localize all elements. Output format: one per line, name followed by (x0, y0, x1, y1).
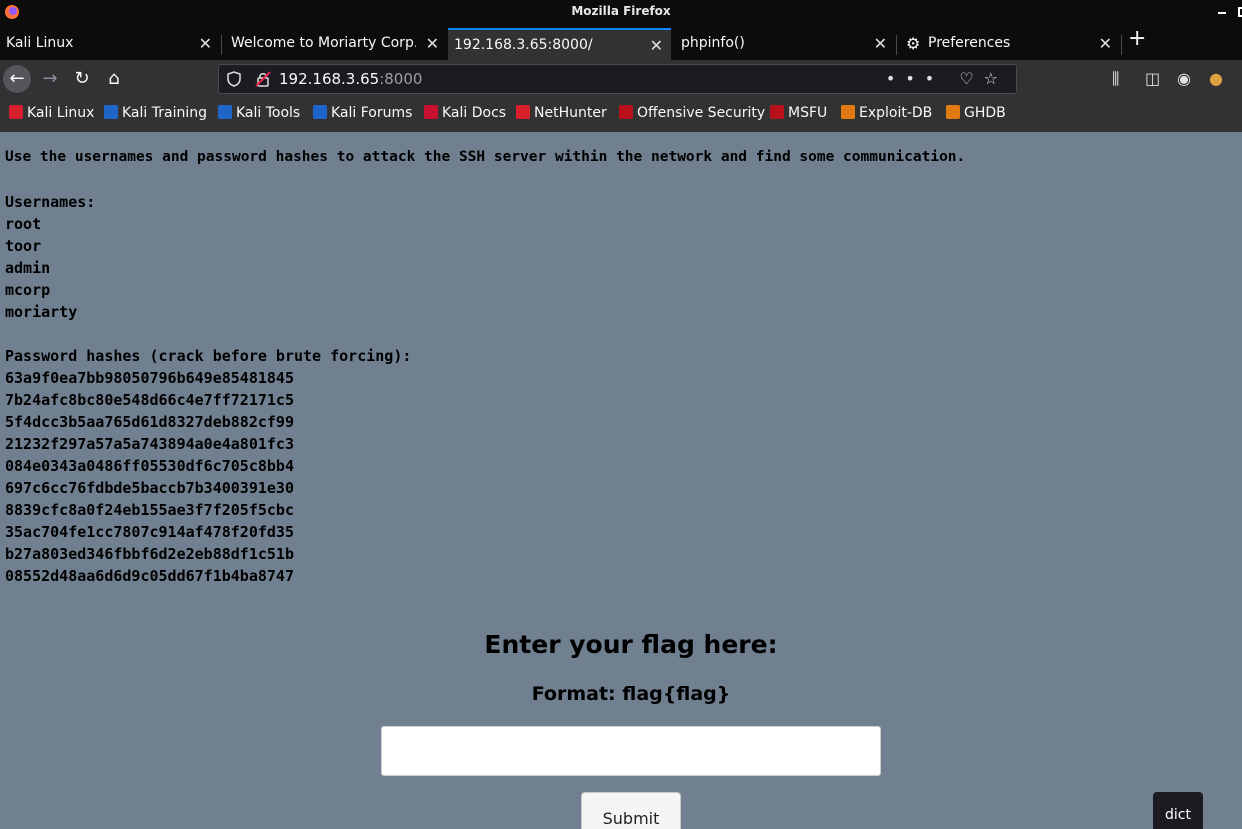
hash-item: 5f4dcc3b5aa765d61d8327deb882cf99 (5, 413, 294, 431)
kali-forums-icon (313, 105, 327, 119)
flag-format-hint: Format: flag{flag} (531, 683, 731, 705)
hash-item: 8839cfc8a0f24eb155ae3f7f205f5cbc (5, 501, 294, 519)
nethunter-icon (516, 105, 530, 119)
kali-docs-icon (424, 105, 438, 119)
bookmark-nethunter[interactable]: NetHunter (516, 105, 607, 121)
bookmark-kali-linux[interactable]: Kali Linux (9, 105, 94, 121)
bookmark-msfu[interactable]: MSFU (770, 105, 827, 121)
tab-kali-linux[interactable]: Kali Linux ✕ (0, 28, 220, 60)
tab-moriarty-welcome[interactable]: Welcome to Moriarty Corp. E ✕ (225, 28, 447, 60)
bookmark-star-icon[interactable]: ☆ (984, 69, 1008, 88)
tab-separator (221, 35, 222, 55)
bookmark-kali-tools[interactable]: Kali Tools (218, 105, 300, 121)
page-content: Use the usernames and password hashes to… (0, 132, 1242, 829)
url-host: 192.168.3.65 (279, 70, 380, 88)
forward-arrow-icon[interactable]: → (36, 65, 64, 93)
new-tab-plus-icon[interactable]: + (1128, 26, 1146, 51)
bookmark-label: Kali Forums (331, 105, 413, 121)
hashes-heading: Password hashes (crack before brute forc… (5, 347, 412, 365)
bookmark-label: Kali Linux (27, 105, 95, 121)
submit-button[interactable]: Submit (581, 792, 681, 829)
bookmark-kali-training[interactable]: Kali Training (104, 105, 207, 121)
username-item: moriarty (5, 303, 78, 321)
bookmark-kali-forums[interactable]: Kali Forums (313, 105, 412, 121)
url-text[interactable]: 192.168.3.65:8000 (279, 70, 422, 88)
username-item: root (5, 215, 42, 233)
msfu-icon (770, 105, 784, 119)
tab-label: Preferences (928, 35, 1011, 51)
tab-label: 192.168.3.65:8000/ (454, 37, 593, 53)
hash-item: 63a9f0ea7bb98050796b649e85481845 (5, 369, 294, 387)
bookmark-kali-docs[interactable]: Kali Docs (424, 105, 506, 121)
kali-dragon-icon (9, 105, 23, 119)
back-arrow-icon[interactable]: ← (3, 65, 31, 93)
bookmark-label: MSFU (788, 105, 828, 121)
tab-strip: Kali Linux ✕ Welcome to Moriarty Corp. E… (0, 24, 1242, 60)
username-item: toor (5, 237, 42, 255)
tab-separator (1121, 35, 1122, 55)
library-icon[interactable]: ⫼ (1112, 69, 1119, 89)
close-icon[interactable]: ✕ (1099, 34, 1112, 53)
offensive-security-icon (619, 105, 633, 119)
tab-label: phpinfo() (681, 35, 745, 51)
sidebar-icon[interactable]: ◫ (1145, 69, 1160, 88)
window-title: Mozilla Firefox (571, 4, 671, 18)
instructions-text: Use the usernames and password hashes to… (5, 149, 966, 165)
bookmarks-toolbar: Kali Linux Kali Training Kali Tools Kali… (0, 98, 1242, 132)
page-actions-menu-icon[interactable]: ••• (886, 69, 944, 88)
tab-label: Welcome to Moriarty Corp. E (231, 35, 416, 51)
bookmark-label: Kali Training (122, 105, 207, 121)
minimize-button[interactable] (1218, 12, 1226, 14)
bookmark-offensive-security[interactable]: Offensive Security (619, 105, 765, 121)
insecure-lock-icon[interactable] (255, 71, 271, 87)
extension-icon[interactable]: ● (1209, 69, 1223, 88)
maximize-button[interactable] (1238, 7, 1242, 17)
hash-item: 21232f297a57a5a743894a0e4a801fc3 (5, 435, 294, 453)
tab-separator (896, 35, 897, 55)
window-titlebar: Mozilla Firefox (0, 0, 1242, 24)
pocket-icon[interactable]: ♡ (959, 69, 983, 88)
hash-item: 35ac704fe1cc7807c914af478f20fd35 (5, 523, 294, 541)
url-actions: ••• ♡☆ (886, 69, 1008, 88)
usernames-heading: Usernames: (5, 193, 96, 211)
kali-tools-icon (218, 105, 232, 119)
bookmark-label: Kali Tools (236, 105, 301, 121)
tab-preferences[interactable]: ⚙ Preferences ✕ (898, 28, 1120, 60)
bookmark-label: Kali Docs (442, 105, 507, 121)
close-icon[interactable]: ✕ (426, 34, 439, 53)
bookmark-label: GHDB (964, 105, 1006, 121)
bookmark-label: Offensive Security (637, 105, 766, 121)
gear-icon: ⚙ (906, 34, 921, 53)
url-port: :8000 (379, 70, 423, 88)
bookmark-label: Exploit-DB (859, 105, 933, 121)
kali-training-icon (104, 105, 118, 119)
close-icon[interactable]: ✕ (650, 36, 663, 55)
hash-item: 084e0343a0486ff05530df6c705c8bb4 (5, 457, 294, 475)
hash-item: 7b24afc8bc80e548d66c4e7ff72171c5 (5, 391, 294, 409)
reload-icon[interactable]: ↻ (68, 65, 96, 93)
username-item: admin (5, 259, 51, 277)
url-bar[interactable]: 192.168.3.65:8000 ••• ♡☆ (218, 64, 1017, 94)
username-item: mcorp (5, 281, 51, 299)
tab-label: Kali Linux (6, 35, 74, 51)
close-icon[interactable]: ✕ (199, 34, 212, 53)
flag-heading: Enter your flag here: (484, 630, 778, 659)
dict-tooltip: dict (1153, 792, 1203, 829)
navigation-toolbar: ← → ↻ ⌂ 192.168.3.65:8000 ••• ♡☆ ⫼ ◫ ◉ ● (0, 60, 1242, 98)
home-icon[interactable]: ⌂ (100, 65, 128, 93)
close-icon[interactable]: ✕ (874, 34, 887, 53)
tracking-shield-icon[interactable] (227, 71, 241, 87)
ghdb-spider-icon (946, 105, 960, 119)
exploit-db-spider-icon (841, 105, 855, 119)
bookmark-ghdb[interactable]: GHDB (946, 105, 1006, 121)
flag-input[interactable] (381, 726, 881, 776)
account-icon[interactable]: ◉ (1177, 69, 1191, 88)
hash-item: 08552d48aa6d6d9c05dd67f1b4ba8747 (5, 567, 294, 585)
tab-current-page[interactable]: 192.168.3.65:8000/ ✕ (448, 28, 671, 60)
bookmark-label: NetHunter (534, 105, 607, 121)
bookmark-exploit-db[interactable]: Exploit-DB (841, 105, 932, 121)
tab-phpinfo[interactable]: phpinfo() ✕ (675, 28, 895, 60)
hash-item: 697c6cc76fdbde5baccb7b3400391e30 (5, 479, 294, 497)
hash-item: b27a803ed346fbbf6d2e2eb88df1c51b (5, 545, 294, 563)
